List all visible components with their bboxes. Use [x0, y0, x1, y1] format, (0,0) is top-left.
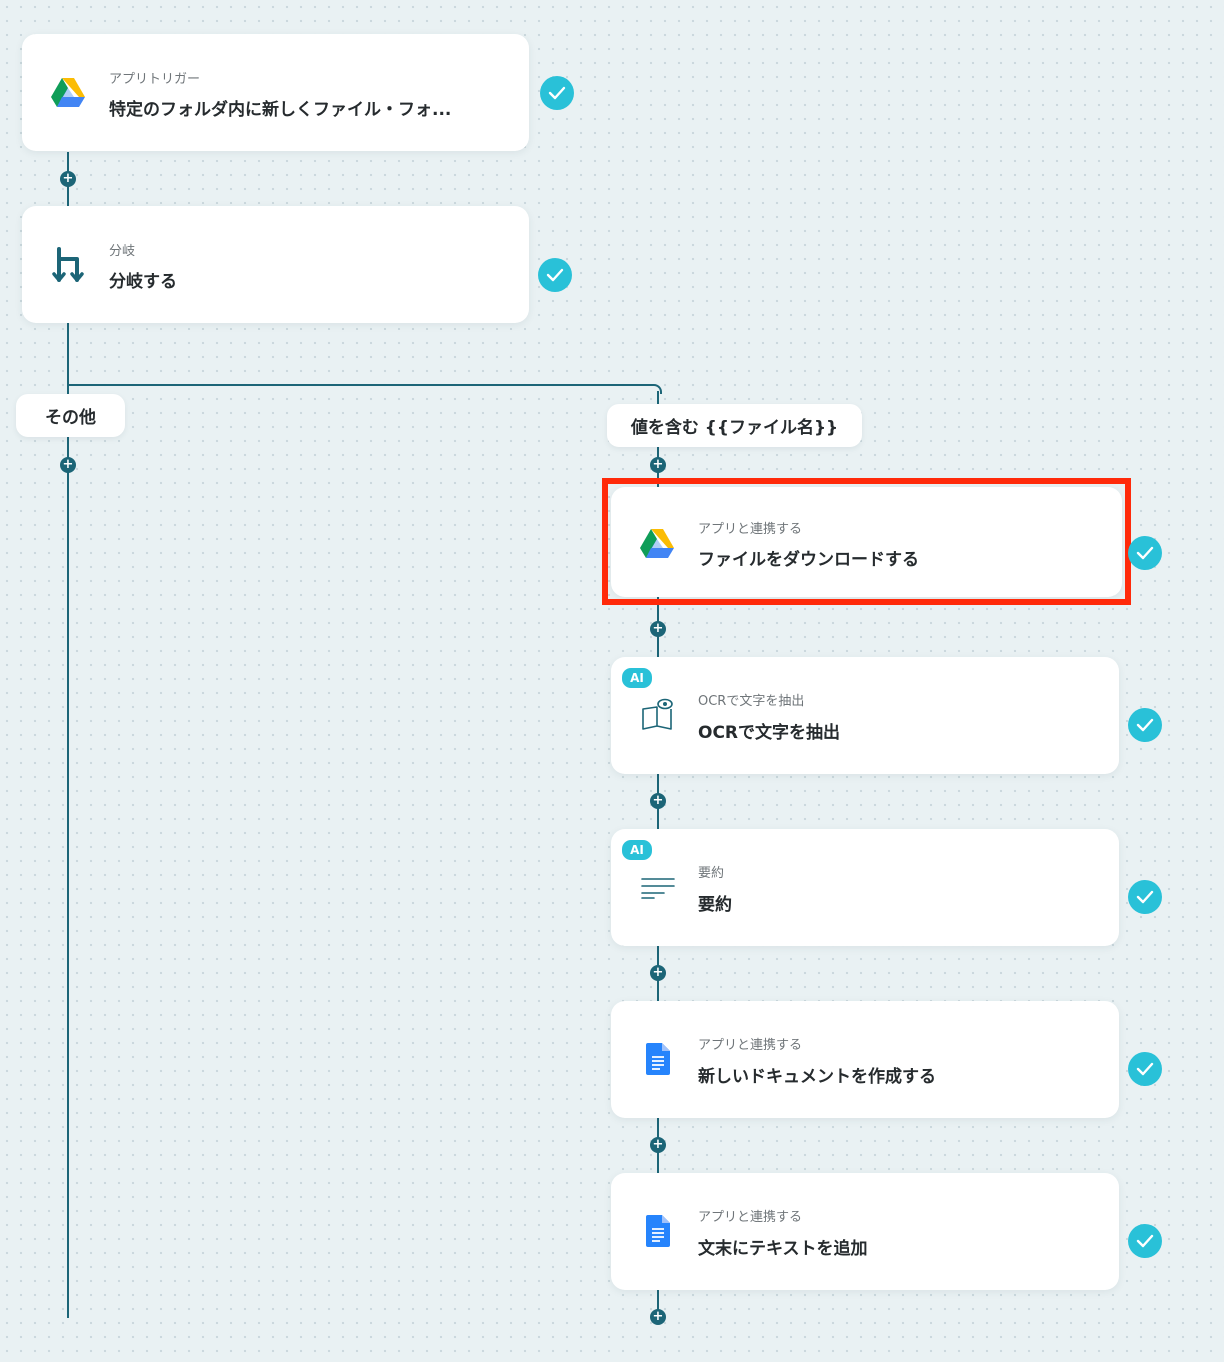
google-docs-icon — [638, 1211, 678, 1251]
add-step-button[interactable]: + — [650, 621, 666, 637]
highlight-frame — [602, 478, 1131, 605]
summary-step-card[interactable]: AI 要約 要約 — [611, 829, 1119, 946]
status-check-icon — [1128, 880, 1162, 914]
ai-badge: AI — [622, 668, 652, 688]
step-title: OCRで文字を抽出 — [698, 723, 841, 743]
status-check-icon — [540, 76, 574, 110]
ocr-step-card[interactable]: AI OCRで文字を抽出 OCRで文字を抽出 — [611, 657, 1119, 774]
step-subtitle: アプリと連携する — [698, 1038, 803, 1053]
status-check-icon — [1128, 536, 1162, 570]
add-step-button[interactable]: + — [60, 171, 76, 187]
step-subtitle: 要約 — [698, 866, 725, 881]
status-check-icon — [1128, 1052, 1162, 1086]
add-step-button[interactable]: + — [650, 965, 666, 981]
add-step-button[interactable]: + — [650, 1137, 666, 1153]
branch-horizontal-connector — [67, 384, 654, 386]
branch-icon — [48, 245, 88, 285]
step-subtitle: 分岐 — [109, 244, 136, 259]
add-step-button[interactable]: + — [650, 457, 666, 473]
step-title: 要約 — [698, 895, 732, 915]
step-subtitle: OCRで文字を抽出 — [698, 694, 805, 709]
google-docs-icon — [638, 1039, 678, 1079]
status-check-icon — [1128, 708, 1162, 742]
branch-label-other[interactable]: その他 — [16, 394, 125, 437]
google-drive-icon — [48, 73, 88, 113]
add-step-button[interactable]: + — [650, 793, 666, 809]
status-check-icon — [538, 258, 572, 292]
step-title: 分岐する — [109, 272, 177, 292]
step-title: 新しいドキュメントを作成する — [698, 1067, 936, 1087]
status-check-icon — [1128, 1224, 1162, 1258]
branch-label-condition[interactable]: 値を含む {{ファイル名}} — [607, 404, 862, 447]
step-title: 文末にテキストを追加 — [698, 1239, 868, 1259]
ocr-book-icon — [638, 695, 678, 735]
append-text-step-card[interactable]: アプリと連携する 文末にテキストを追加 — [611, 1173, 1119, 1290]
step-subtitle: アプリと連携する — [698, 1210, 803, 1225]
add-step-button[interactable]: + — [650, 1309, 666, 1325]
branch-step-card[interactable]: 分岐 分岐する — [22, 206, 529, 323]
main-connector-line — [67, 152, 69, 1318]
step-title: 特定のフォルダ内に新しくファイル・フォ... — [109, 100, 452, 120]
ai-badge: AI — [622, 840, 652, 860]
summary-lines-icon — [638, 868, 678, 908]
create-document-step-card[interactable]: アプリと連携する 新しいドキュメントを作成する — [611, 1001, 1119, 1118]
trigger-step-card[interactable]: アプリトリガー 特定のフォルダ内に新しくファイル・フォ... — [22, 34, 529, 151]
add-step-button[interactable]: + — [60, 457, 76, 473]
step-subtitle: アプリトリガー — [109, 72, 201, 87]
